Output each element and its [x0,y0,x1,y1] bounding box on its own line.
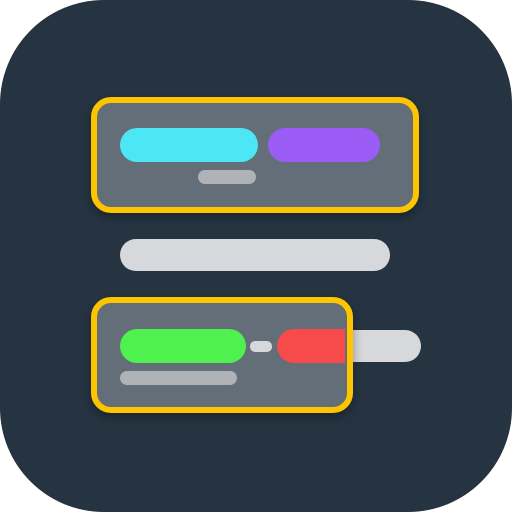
gray-line-pill [120,371,237,385]
dash-pill [250,341,272,352]
cyan-pill [120,128,258,162]
green-pill [120,329,246,363]
red-pill [277,329,345,363]
wide-bar [120,239,390,271]
purple-pill [268,128,380,162]
app-icon-canvas [0,0,512,512]
layout-components-icon [0,0,512,512]
small-gray-pill [198,170,256,184]
